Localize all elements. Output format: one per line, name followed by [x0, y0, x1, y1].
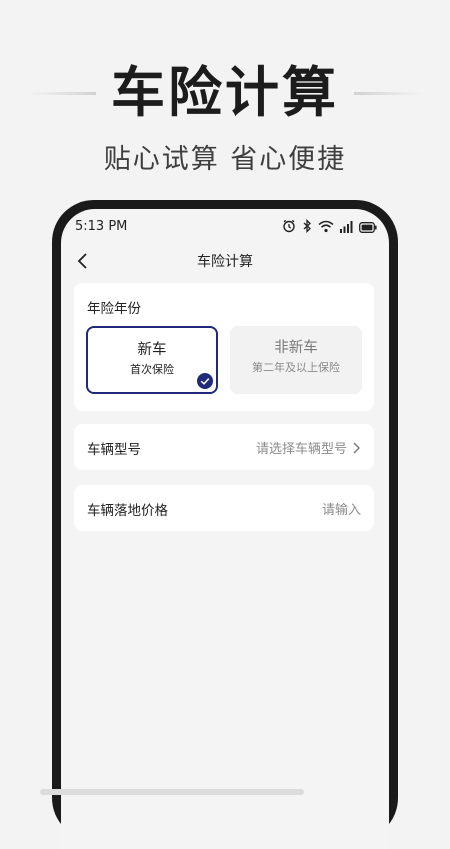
- insurance-year-card: 年险年份 新车 首次保险 非新车 第二年及以上保险: [74, 283, 374, 411]
- option-used-car-title: 非新车: [274, 340, 318, 356]
- vehicle-model-selector[interactable]: 请选择车辆型号: [256, 438, 361, 457]
- home-indicator: [40, 789, 304, 795]
- decor-line-right: [354, 92, 422, 95]
- landing-price-row: 车辆落地价格 请输入: [74, 485, 374, 531]
- insurance-year-label: 年险年份: [87, 301, 141, 317]
- battery-icon: [359, 218, 377, 237]
- vehicle-model-row[interactable]: 车辆型号 请选择车辆型号: [74, 424, 374, 470]
- landing-price-placeholder: 请输入: [321, 503, 361, 518]
- landing-price-input[interactable]: 请输入: [322, 499, 361, 518]
- vehicle-model-placeholder: 请选择车辆型号: [255, 442, 347, 457]
- wifi-icon: [318, 218, 334, 237]
- alarm-icon: [282, 218, 296, 237]
- signal-icon: [340, 218, 353, 237]
- option-new-car-title: 新车: [137, 342, 167, 358]
- landing-price-label: 车辆落地价格: [87, 503, 168, 519]
- chevron-right-icon: [351, 441, 361, 455]
- option-new-car[interactable]: 新车 首次保险: [86, 326, 218, 394]
- bluetooth-icon: [302, 218, 312, 237]
- nav-bar: 车险计算: [61, 245, 389, 277]
- checkmark-icon: [197, 373, 213, 389]
- status-time: 5:13 PM: [75, 219, 128, 234]
- promo-subtitle: 贴心试算 省心便捷: [103, 144, 347, 175]
- option-used-car-subtitle: 第二年及以上保险: [252, 361, 340, 374]
- phone-screen: 5:13 PM 车险计算 年险年份 新车 首次保险 非新车 第二年及以上保险 车…: [61, 209, 389, 849]
- phone-frame: 5:13 PM 车险计算 年险年份 新车 首次保险 非新车 第二年及以上保险 车…: [52, 200, 398, 849]
- option-used-car[interactable]: 非新车 第二年及以上保险: [230, 326, 362, 394]
- promo-title-row: 车险计算: [0, 58, 450, 128]
- status-bar: 5:13 PM: [61, 209, 389, 243]
- page-title: 车险计算: [197, 254, 253, 270]
- status-icons: [282, 218, 377, 237]
- vehicle-model-label: 车辆型号: [87, 442, 141, 458]
